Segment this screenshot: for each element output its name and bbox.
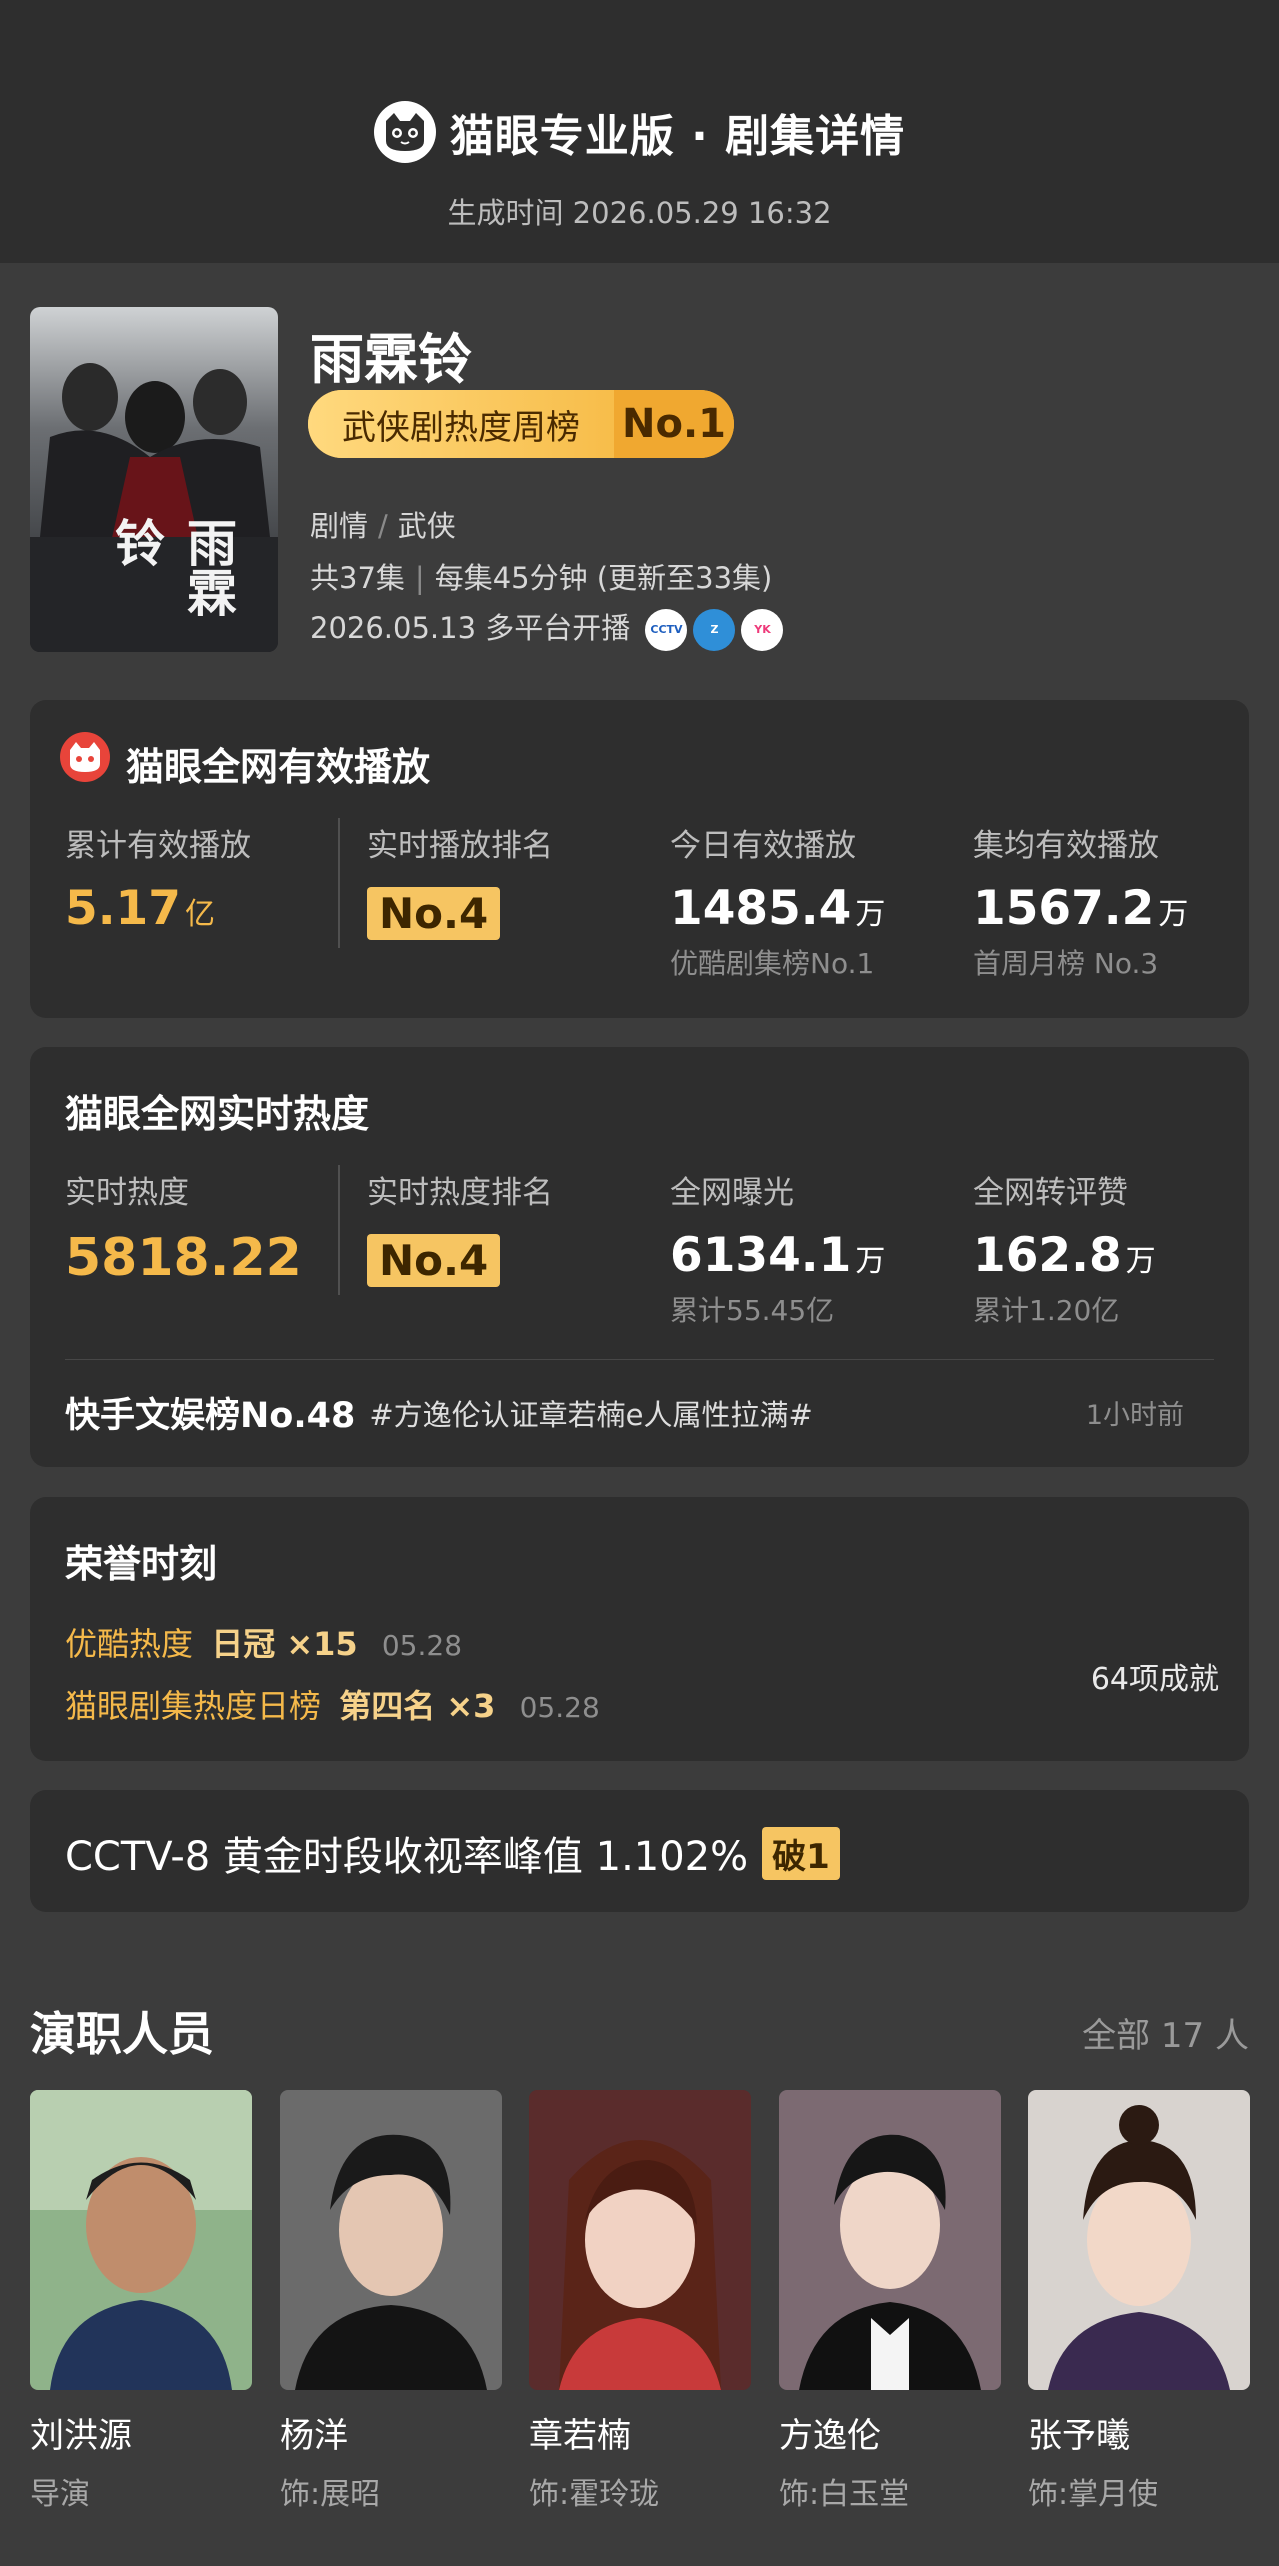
stat-sub: 优酷剧集榜No.1 [670,947,875,980]
ratings-text: CCTV-8 黄金时段收视率峰值 1.102% [65,1834,749,1880]
header-title: 猫眼专业版 · 剧集详情 [449,111,906,162]
ratings-badge: 破1 [762,1826,840,1880]
maoyan-cat-logo-icon [373,101,436,163]
cast-name: 张予曦 [1028,2416,1130,2456]
stat-label: 全网曝光 [670,1175,794,1211]
premiere-date: 2026.05.13 多平台开播 [310,611,631,645]
cast-section-title: 演职人员 [30,2007,214,2061]
cast-member[interactable]: 刘洪源 导演 [30,2090,252,2513]
cast-role: 饰:霍玲珑 [529,2477,660,2512]
genre-tag: 武侠 [397,509,456,543]
honors-title: 荣誉时刻 [65,1542,218,1586]
episode-info: 共37集 | 每集45分钟 (更新至33集) [310,561,773,595]
cast-role: 导演 [30,2477,90,2512]
stat-label: 全网转评赞 [973,1175,1128,1211]
avatar [30,2090,252,2390]
rank-badge: No.4 [367,1234,501,1287]
drama-title: 雨霖铃 [310,328,472,391]
stat-value: 5.17 亿 [65,881,215,936]
avatar [280,2090,502,2390]
play-rank-stat: 实时播放排名 No.4 [367,820,553,940]
premiere-info: 2026.05.13 多平台开播 CCTV Z YK [310,605,784,651]
divider [65,1359,1214,1360]
stat-value: 1485.4 万 [670,881,886,936]
drama-info: 雨霖铃 雨霖铃 武侠剧热度周榜 No.1 剧情 / 武侠 共37集 | 每集45分钟 (… [30,307,1249,652]
genre-tags: 剧情 / 武侠 [310,509,456,543]
total-plays-stat: 累计有效播放 5.17 亿 [65,820,251,936]
avatar [779,2090,1001,2390]
avatar [1028,2090,1250,2390]
zhejiang-tv-icon[interactable]: Z [693,609,736,651]
honors-card[interactable]: 荣誉时刻 优酷热度 日冠 ×15 05.28 猫眼剧集热度日榜 第四名 ×3 0… [30,1497,1249,1761]
cast-name: 方逸伦 [779,2416,881,2456]
page-header: 猫眼专业版 · 剧集详情 生成时间 2026.05.29 16:32 [0,0,1279,263]
achievement-count: 64项成就 [1090,1662,1219,1697]
stat-value: 1567.2 万 [973,881,1189,936]
heat-value-stat: 实时热度 5818.22 [65,1167,302,1288]
genre-tag: 剧情 [310,509,369,543]
weekly-rank-badge[interactable]: 武侠剧热度周榜 No.1 [308,390,734,458]
rank-badge: No.4 [367,887,501,940]
honor-item: 猫眼剧集热度日榜 第四名 ×3 05.28 [65,1687,600,1725]
cast-name: 刘洪源 [30,2416,132,2456]
stat-label: 累计有效播放 [65,828,251,864]
honor-item: 优酷热度 日冠 ×15 05.28 [65,1625,463,1663]
divider [338,1165,340,1295]
trend-topic: #方逸伦认证章若楠e人属性拉满# [369,1397,813,1432]
cast-member[interactable]: 方逸伦 饰:白玉堂 [779,2090,1001,2513]
trending-topic-row[interactable]: 快手文娱榜No.48 #方逸伦认证章若楠e人属性拉满# 1小时前 [65,1387,1214,1438]
cast-role: 饰:掌月使 [1028,2477,1159,2512]
interactions-stat: 全网转评赞 162.8 万 累计1.20亿 [973,1167,1156,1329]
cast-member[interactable]: 杨洋 饰:展昭 [280,2090,502,2513]
stat-sub: 累计55.45亿 [670,1294,835,1327]
cast-name: 章若楠 [529,2416,631,2456]
cast-role: 饰:白玉堂 [779,2477,910,2512]
avatar [529,2090,751,2390]
stat-value: 5818.22 [65,1228,302,1288]
rank-value: No.1 [614,390,734,458]
cast-member[interactable]: 章若楠 饰:霍玲珑 [529,2090,751,2513]
today-plays-stat: 今日有效播放 1485.4 万 优酷剧集榜No.1 [670,820,885,982]
cast-role: 饰:展昭 [280,2477,381,2512]
maoyan-red-cat-icon [60,732,110,782]
plays-title: 猫眼全网有效播放 [126,745,431,789]
exposure-stat: 全网曝光 6134.1 万 累计55.45亿 [670,1167,885,1329]
rank-label: 武侠剧热度周榜 [308,390,614,458]
divider [338,818,340,948]
poster-title-text: 雨霖铃 [107,517,238,617]
drama-poster[interactable]: 雨霖铃 [30,307,278,652]
stat-value: 162.8 万 [973,1228,1156,1283]
heat-title: 猫眼全网实时热度 [65,1092,370,1136]
cast-name: 杨洋 [280,2416,348,2456]
stat-label: 今日有效播放 [670,828,856,864]
ratings-card: CCTV-8 黄金时段收视率峰值 1.102% 破1 [30,1790,1249,1912]
cctv-icon[interactable]: CCTV [645,609,688,651]
realtime-heat-card: 猫眼全网实时热度 实时热度 5818.22 实时热度排名 No.4 全网曝光 6… [30,1047,1249,1467]
trend-time: 1小时前 [1085,1400,1184,1431]
episode-length: 每集45分钟 (更新至33集) [434,561,773,595]
stat-label: 实时热度 [65,1175,189,1211]
stat-sub: 累计1.20亿 [973,1294,1120,1327]
stat-label: 实时热度排名 [367,1175,553,1211]
stat-label: 集均有效播放 [973,828,1159,864]
stat-sub: 首周月榜 No.3 [973,947,1159,980]
trend-rank: 快手文娱榜No.48 [65,1396,356,1436]
episode-count: 共37集 [310,561,405,595]
youku-icon[interactable]: YK [741,609,784,651]
generated-time: 生成时间 2026.05.29 16:32 [447,196,832,230]
cast-view-all[interactable]: 全部 17 人 [1082,2008,1249,2057]
effective-plays-card: 猫眼全网有效播放 累计有效播放 5.17 亿 实时播放排名 No.4 今日有效播放… [30,700,1249,1018]
avg-plays-stat: 集均有效播放 1567.2 万 首周月榜 No.3 [973,820,1188,982]
cast-member[interactable]: 张予曦 饰:掌月使 [1028,2090,1250,2513]
brand: 猫眼专业版 · 剧集详情 [0,100,1279,164]
stat-value: 6134.1 万 [670,1228,886,1283]
heat-rank-stat: 实时热度排名 No.4 [367,1167,553,1287]
stat-label: 实时播放排名 [367,828,553,864]
